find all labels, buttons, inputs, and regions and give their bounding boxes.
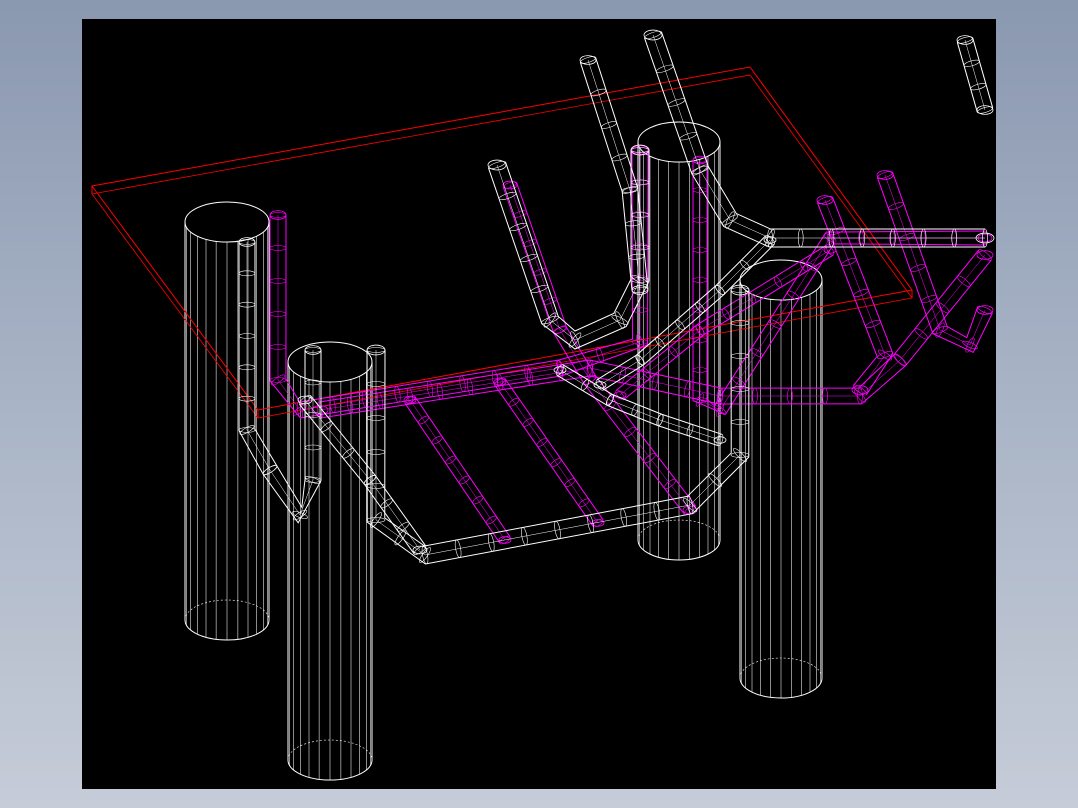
rebar-edge bbox=[299, 404, 415, 555]
pile-2 bbox=[287, 341, 373, 781]
pile-group bbox=[184, 121, 823, 781]
cad-viewport[interactable] bbox=[82, 19, 996, 789]
rebar-edge bbox=[661, 31, 986, 230]
pile-cap-outline bbox=[91, 66, 913, 419]
magenta-riser bbox=[692, 155, 993, 417]
magenta-u-bar-left bbox=[269, 145, 649, 419]
rebar-edge bbox=[644, 37, 986, 248]
rebar-edge bbox=[404, 403, 501, 544]
rebar-centerline bbox=[824, 199, 886, 391]
rebar-edge bbox=[505, 149, 632, 332]
rebar-centerline bbox=[884, 174, 986, 346]
wireframe-scene bbox=[91, 29, 995, 781]
rebar-centerline bbox=[409, 399, 506, 541]
rebar-edge bbox=[972, 37, 994, 108]
slab-top-face bbox=[91, 66, 913, 411]
white-u-bar-mid bbox=[487, 144, 650, 350]
rebar-edge bbox=[831, 196, 894, 395]
pile-1 bbox=[184, 201, 270, 641]
white-top-bar bbox=[643, 29, 995, 248]
rebar-edge bbox=[269, 149, 649, 419]
rebar-edge bbox=[956, 42, 978, 113]
magenta-long-bar bbox=[311, 249, 994, 419]
rebar-edge bbox=[488, 149, 650, 350]
magenta-cross-bar bbox=[403, 395, 512, 545]
rebar-centerline bbox=[964, 39, 986, 111]
white-diagonal-bar bbox=[297, 394, 428, 555]
rebar-edge bbox=[516, 182, 696, 507]
rebar-edge bbox=[494, 385, 594, 527]
rebar-edge bbox=[504, 378, 604, 520]
rebar-centerline bbox=[499, 381, 599, 524]
white-corner-bar bbox=[956, 35, 994, 115]
rebar-centerline bbox=[496, 150, 641, 341]
magenta-cross-bar bbox=[493, 377, 605, 528]
pile-top-ring bbox=[184, 201, 270, 243]
magenta-u-bar-far bbox=[876, 170, 994, 353]
rebar-edge bbox=[310, 395, 427, 547]
rebar-centerline bbox=[277, 150, 641, 411]
rebar-centerline bbox=[304, 399, 421, 551]
rebar-edge bbox=[414, 396, 511, 537]
pile-top-ring bbox=[637, 121, 721, 163]
rebar-group bbox=[238, 29, 995, 565]
pile-top-ring bbox=[287, 341, 373, 383]
